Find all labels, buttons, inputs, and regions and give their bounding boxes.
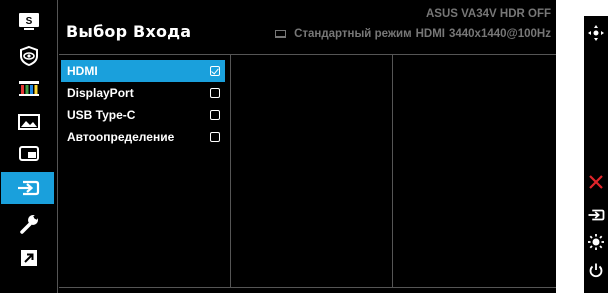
input-option-label: DisplayPort xyxy=(67,86,134,100)
system-setup-icon xyxy=(19,214,38,234)
key-input[interactable] xyxy=(584,204,608,226)
sidebar-item-shortcut[interactable] xyxy=(5,244,52,272)
column-divider-1 xyxy=(230,55,231,287)
page-title: Выбор Входа xyxy=(66,22,192,41)
sidebar: S xyxy=(1,2,54,291)
input-option-displayport[interactable]: DisplayPort xyxy=(61,82,225,104)
key-power[interactable] xyxy=(584,259,608,281)
key-joystick[interactable] xyxy=(584,22,608,44)
key-close[interactable] xyxy=(584,171,608,193)
header-divider xyxy=(59,54,556,55)
status-input: HDMI xyxy=(415,28,445,40)
sidebar-item-pip[interactable] xyxy=(5,140,52,168)
splendid-letter: S xyxy=(25,16,32,27)
status-bar: Стандартный режим HDMI 3440x1440@100Hz xyxy=(275,28,551,40)
input-option-label: Автоопределение xyxy=(67,130,175,144)
eye-care-icon xyxy=(19,45,38,67)
image-icon xyxy=(17,114,40,130)
input-list: HDMI DisplayPort USB Type-C Автоопределе… xyxy=(61,60,225,148)
status-resolution: 3440x1440@100Hz xyxy=(448,28,551,40)
checkbox-checked-icon xyxy=(210,66,220,76)
input-option-hdmi[interactable]: HDMI xyxy=(61,60,225,82)
footer-divider xyxy=(59,287,556,288)
splendid-icon: S xyxy=(18,13,39,30)
pip-icon xyxy=(18,146,39,161)
input-select-icon xyxy=(17,180,39,196)
checkbox-icon xyxy=(210,88,220,98)
sidebar-item-input-select[interactable] xyxy=(1,172,54,204)
checkbox-icon xyxy=(210,132,220,142)
input-option-label: HDMI xyxy=(67,64,98,78)
power-icon xyxy=(589,263,603,278)
checkbox-icon xyxy=(210,110,220,120)
key-guide xyxy=(584,16,608,293)
sidebar-item-system-setup[interactable] xyxy=(5,210,52,238)
sidebar-item-splendid[interactable]: S xyxy=(5,8,52,36)
sidebar-item-color[interactable] xyxy=(5,74,52,102)
sidebar-item-image[interactable] xyxy=(5,108,52,136)
brightness-icon xyxy=(588,234,604,250)
model-info: ASUS VA34V HDR OFF xyxy=(425,8,551,20)
monitor-icon xyxy=(275,30,287,38)
input-icon xyxy=(588,209,605,221)
input-option-auto-detect[interactable]: Автоопределение xyxy=(61,126,225,148)
key-brightness[interactable] xyxy=(584,231,608,253)
sidebar-divider xyxy=(57,0,58,293)
column-divider-2 xyxy=(392,55,393,287)
color-icon xyxy=(18,81,39,96)
input-option-usb-c[interactable]: USB Type-C xyxy=(61,104,225,126)
status-mode: Стандартный режим xyxy=(294,28,412,40)
sidebar-item-eye-care[interactable] xyxy=(5,42,52,70)
close-icon xyxy=(589,175,603,189)
shortcut-icon xyxy=(20,250,37,266)
osd-panel: S Выбор Входа ASUS VA34V HDR OFF Стандар… xyxy=(0,0,556,293)
input-option-label: USB Type-C xyxy=(67,108,136,122)
joystick-icon xyxy=(588,25,604,41)
